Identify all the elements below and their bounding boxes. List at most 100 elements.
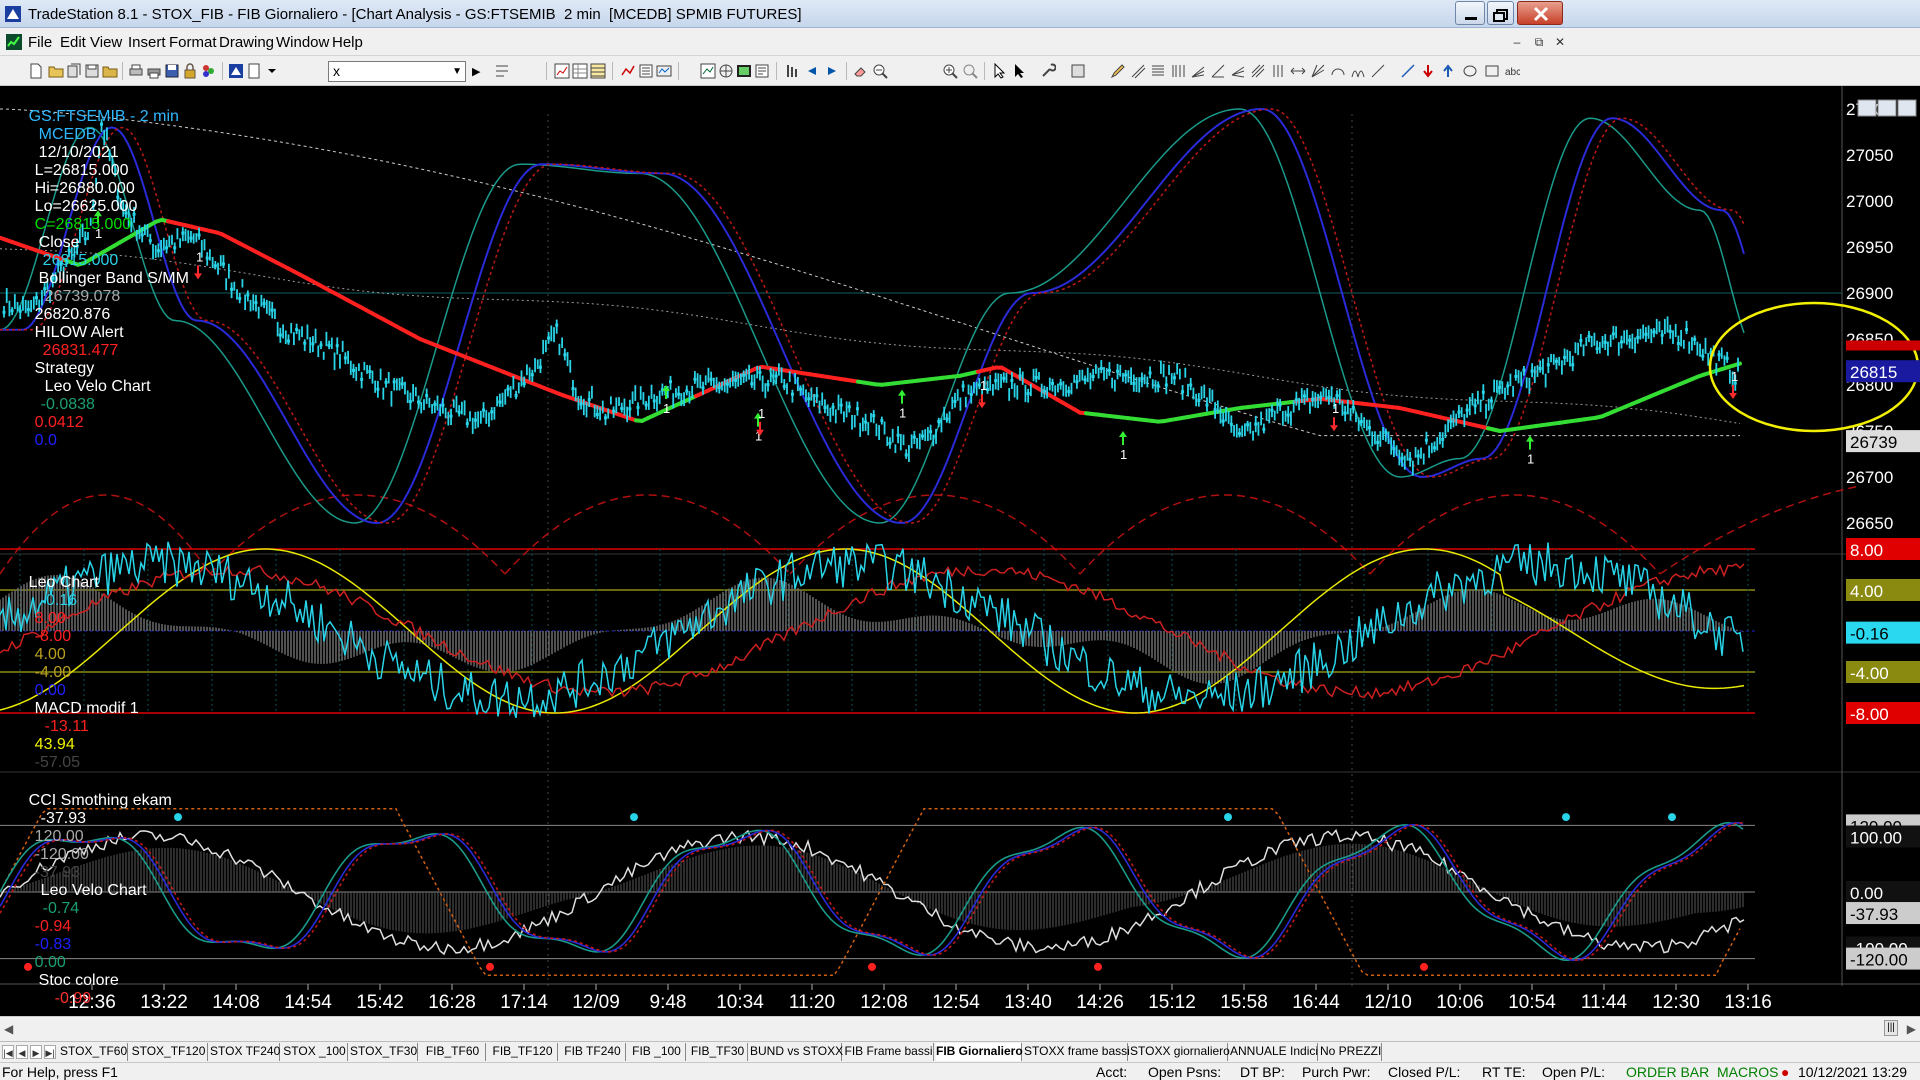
tab-bund-vs-stoxx[interactable]: BUND vs STOXX	[750, 1043, 843, 1061]
open-workspace-icon[interactable]	[66, 63, 82, 79]
tab-fib-tf60[interactable]: FIB_TF60	[420, 1043, 486, 1061]
arrow-down-icon[interactable]	[1420, 63, 1436, 79]
menu-window[interactable]: Window	[276, 34, 329, 51]
scanner-icon[interactable]	[656, 63, 672, 79]
open-folder-icon[interactable]	[48, 63, 64, 79]
pointer-icon[interactable]	[992, 63, 1008, 79]
order-bar-button[interactable]: ORDER BAR	[1626, 1064, 1709, 1080]
menu-drawing[interactable]: Drawing	[219, 34, 274, 51]
tab-fib-tf30[interactable]: FIB_TF30	[688, 1043, 748, 1061]
new-icon[interactable]	[28, 63, 44, 79]
andrews-pitchfork-icon[interactable]	[1230, 63, 1246, 79]
macros-button[interactable]: MACROS	[1717, 1064, 1778, 1080]
arrow-up-icon[interactable]	[1440, 63, 1456, 79]
chart-canvas[interactable]: 2710027050270002695026900268502680026750…	[0, 86, 1920, 1016]
tab-stox-tf240[interactable]: STOX TF240	[210, 1043, 280, 1061]
tab-stox-100[interactable]: STOX _100	[282, 1043, 348, 1061]
fibonacci-icon[interactable]	[1150, 63, 1166, 79]
menu-view[interactable]: View	[90, 34, 122, 51]
close-button[interactable]	[1517, 1, 1563, 25]
tab-fib-tf120[interactable]: FIB_TF120	[488, 1043, 558, 1061]
movie-icon[interactable]	[736, 63, 752, 79]
menu-file[interactable]: File	[28, 34, 52, 51]
chart-document-icon[interactable]	[6, 34, 22, 50]
lock-icon[interactable]	[182, 63, 198, 79]
save-workspace-icon[interactable]	[84, 63, 100, 79]
menu-edit[interactable]: Edit	[60, 34, 86, 51]
time-sales-icon[interactable]	[638, 63, 654, 79]
rectangle-icon[interactable]	[1484, 63, 1500, 79]
radar-screen-icon[interactable]	[572, 63, 588, 79]
drag-pointer-icon[interactable]	[1012, 63, 1028, 79]
pencil-icon[interactable]	[1110, 63, 1126, 79]
trendline-icon[interactable]	[1370, 63, 1386, 79]
tab-annuale-indici[interactable]: ANNUALE Indici	[1230, 1043, 1318, 1061]
format-chart-icon[interactable]	[1070, 63, 1086, 79]
zoom-out-icon[interactable]	[872, 63, 888, 79]
eraser-icon[interactable]	[852, 63, 868, 79]
chevron-down-icon[interactable]: ▼	[452, 62, 462, 81]
dropdown-icon[interactable]	[264, 63, 280, 79]
vertical-lines-icon[interactable]	[1270, 63, 1286, 79]
hot-list-icon[interactable]	[620, 63, 636, 79]
gann-fan-icon[interactable]	[1310, 63, 1326, 79]
tab-stox-tf60[interactable]: STOX_TF60	[60, 1043, 128, 1061]
regression-icon[interactable]	[1250, 63, 1266, 79]
save-icon[interactable]	[164, 63, 180, 79]
menu-help[interactable]: Help	[332, 34, 363, 51]
tab-fib-tf240[interactable]: FIB TF240	[560, 1043, 626, 1061]
menu-insert[interactable]: Insert	[128, 34, 166, 51]
scroll-right-icon[interactable]	[824, 63, 840, 79]
news-icon[interactable]	[754, 63, 770, 79]
scroll-right-arrow-icon[interactable]: ▶	[1907, 1022, 1916, 1036]
document-icon[interactable]	[246, 63, 262, 79]
zoom-reset-icon[interactable]	[962, 63, 978, 79]
fib-time-icon[interactable]	[1170, 63, 1186, 79]
matrix-icon[interactable]	[590, 63, 606, 79]
restore-button[interactable]	[1487, 1, 1514, 25]
play-arrow-icon[interactable]: ▶	[472, 65, 480, 78]
tab-fib-frame-bassi[interactable]: FIB Frame bassi	[844, 1043, 934, 1061]
scroll-thumb[interactable]: |||	[1884, 1020, 1898, 1036]
tab-last-icon[interactable]: ▶|	[44, 1045, 56, 1059]
mdi-restore-icon[interactable]: ⧉	[1530, 34, 1548, 50]
chart-window-icon[interactable]	[700, 63, 716, 79]
cycle-lines-icon[interactable]	[1350, 63, 1366, 79]
tab-stox-tf120[interactable]: STOX_TF120	[130, 1043, 208, 1061]
ellipse-icon[interactable]	[1462, 63, 1478, 79]
line-red-icon[interactable]	[1400, 63, 1416, 79]
scroll-left-arrow-icon[interactable]: ◀	[4, 1022, 13, 1036]
chart-analysis-icon[interactable]	[554, 63, 570, 79]
tab-next-icon[interactable]: ▶	[30, 1045, 42, 1059]
chart-analysis-window[interactable]: 2710027050270002695026900268502680026750…	[0, 86, 1920, 1026]
tab-first-icon[interactable]: |◀	[2, 1045, 14, 1059]
text-tool-icon[interactable]: abc	[1504, 63, 1520, 79]
tab-fib-giornaliero[interactable]: FIB Giornaliero	[936, 1043, 1023, 1061]
mdi-close-icon[interactable]: ✕	[1551, 34, 1569, 50]
close-workspace-icon[interactable]	[102, 63, 118, 79]
trendline-angle-icon[interactable]	[1210, 63, 1226, 79]
tab-stox-tf30[interactable]: STOX_TF30	[350, 1043, 418, 1061]
tab-stoxx-giornaliero[interactable]: STOXX giornaliero	[1130, 1043, 1230, 1061]
zoom-in-icon[interactable]	[942, 63, 958, 79]
menu-format[interactable]: Format	[169, 34, 217, 51]
option-station-icon[interactable]	[718, 63, 734, 79]
symbol-input[interactable]: x ▼	[328, 61, 466, 82]
users-icon[interactable]	[200, 63, 216, 79]
parallel-lines-icon[interactable]	[1130, 63, 1146, 79]
tradestation-icon[interactable]	[228, 63, 244, 79]
format-icon[interactable]	[494, 63, 510, 79]
speed-lines-icon[interactable]	[1190, 63, 1206, 79]
print-icon[interactable]	[128, 63, 144, 79]
wrench-icon[interactable]	[1040, 63, 1056, 79]
scroll-left-icon[interactable]	[804, 63, 820, 79]
insert-bars-icon[interactable]	[784, 63, 800, 79]
tab-fib-100[interactable]: FIB _100	[628, 1043, 686, 1061]
horizontal-scrollbar[interactable]: ◀ ||| ▶	[0, 1016, 1920, 1041]
tab-prev-icon[interactable]: ◀	[16, 1045, 28, 1059]
tab-no-prezzi[interactable]: No PREZZI	[1320, 1043, 1382, 1061]
minimize-button[interactable]	[1455, 1, 1485, 25]
arc-icon[interactable]	[1330, 63, 1346, 79]
horizontal-arrows-icon[interactable]	[1290, 63, 1306, 79]
print-preview-icon[interactable]	[146, 63, 162, 79]
